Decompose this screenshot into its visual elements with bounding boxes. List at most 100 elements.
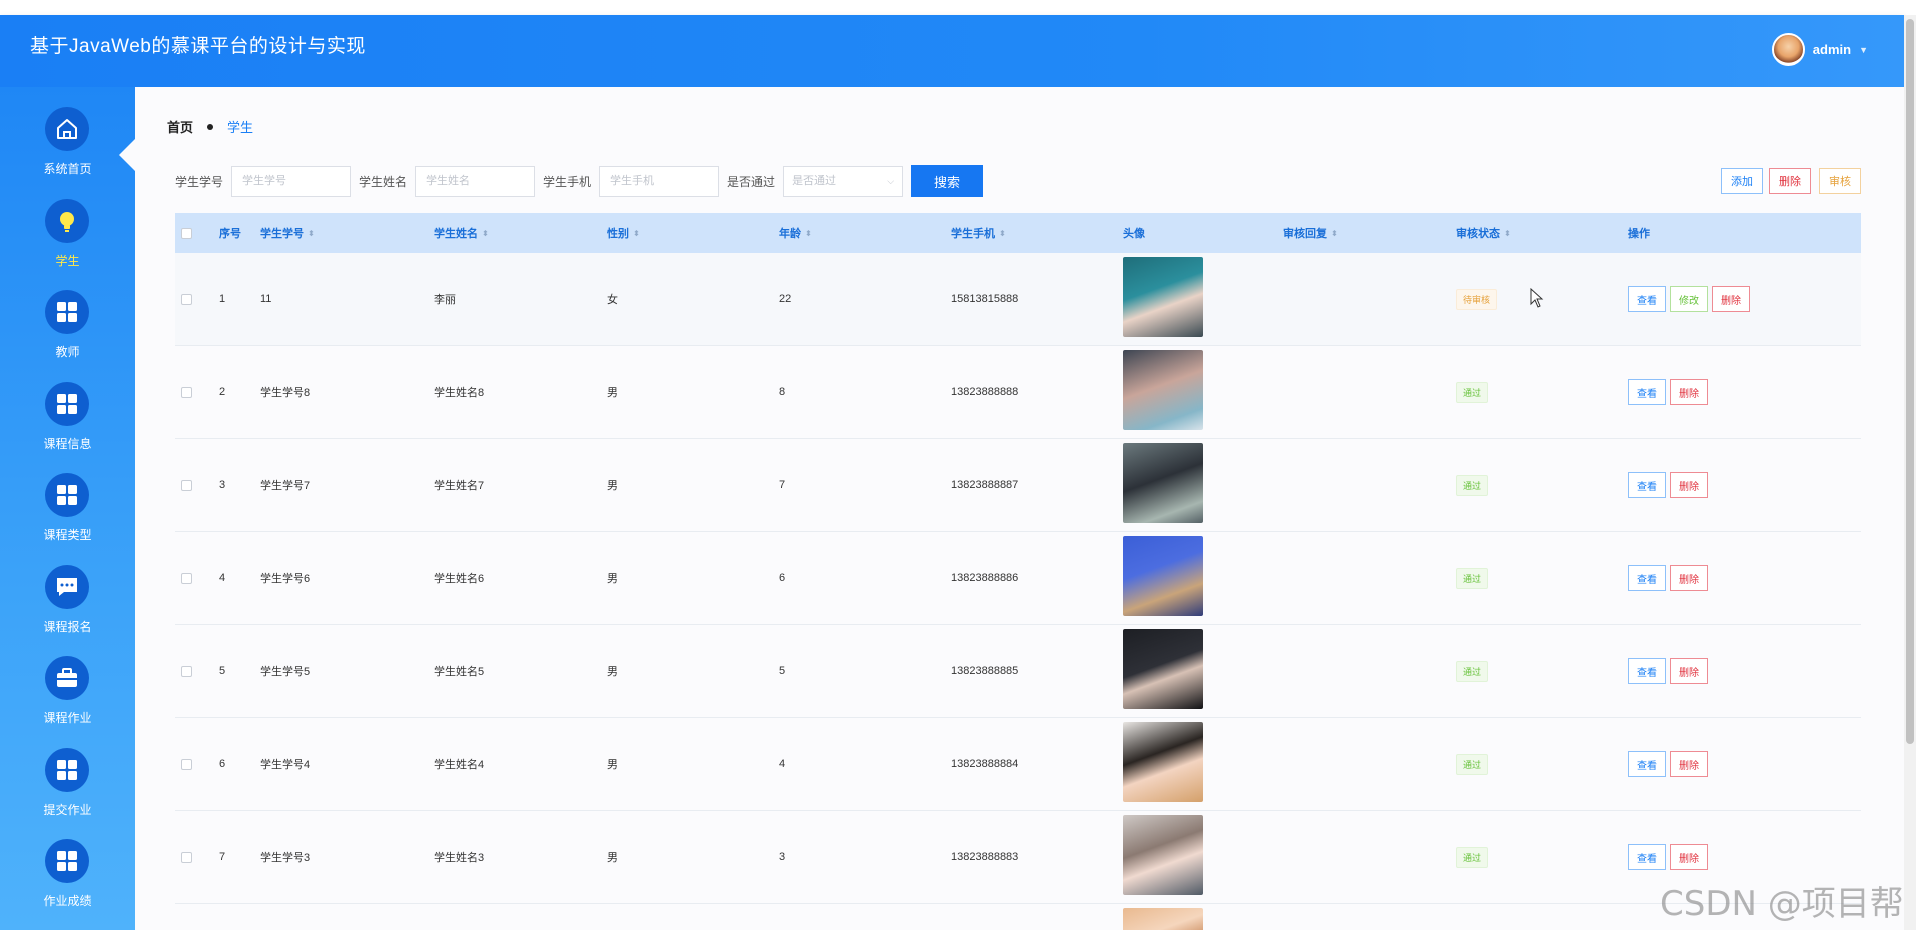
view-button[interactable]: 查看: [1628, 379, 1666, 405]
sidebar-item-4[interactable]: 课程类型: [0, 473, 135, 563]
avatar[interactable]: [1771, 33, 1805, 66]
row-name: 学生姓名5: [434, 666, 485, 678]
caret-down-icon[interactable]: ▼: [1859, 45, 1868, 55]
grid-icon: [45, 839, 89, 883]
view-button[interactable]: 查看: [1628, 472, 1666, 498]
sidebar-item-label: 作业成绩: [43, 894, 92, 908]
row-age: 5: [779, 665, 786, 677]
breadcrumb-home[interactable]: 首页: [167, 117, 193, 136]
sidebar-item-3[interactable]: 课程信息: [0, 381, 135, 472]
row-checkbox[interactable]: [181, 851, 192, 863]
view-button[interactable]: 查看: [1628, 751, 1666, 777]
col-gender[interactable]: 性别 ⬍: [607, 213, 640, 253]
student-photo[interactable]: [1123, 722, 1203, 802]
sort-icon[interactable]: ⬍: [308, 229, 315, 238]
sidebar-item-1[interactable]: 学生: [0, 198, 135, 289]
view-button[interactable]: 查看: [1628, 565, 1666, 591]
sort-icon[interactable]: ⬍: [1331, 229, 1338, 238]
sidebar-item-2[interactable]: 教师: [0, 290, 135, 380]
row-select-cell: [181, 625, 192, 717]
sidebar-item-8[interactable]: 作业成绩: [0, 839, 135, 929]
delete-button[interactable]: 删除: [1670, 751, 1708, 777]
cell-name: 学生姓名8: [434, 346, 484, 438]
col-age[interactable]: 年龄 ⬍: [779, 213, 812, 253]
cell-gender: 女: [607, 253, 618, 345]
delete-button[interactable]: 删除: [1670, 565, 1708, 591]
sort-icon[interactable]: ⬍: [999, 229, 1006, 238]
edit-button[interactable]: 修改: [1670, 286, 1708, 312]
row-checkbox[interactable]: [181, 758, 192, 770]
cell-name: 学生姓名4: [434, 718, 484, 810]
row-checkbox[interactable]: [181, 293, 192, 305]
delete-button[interactable]: 删除: [1670, 844, 1708, 870]
student-photo[interactable]: [1123, 629, 1203, 709]
student-photo[interactable]: [1123, 443, 1203, 523]
row-actions: 查看 删除: [1628, 658, 1712, 684]
col-status[interactable]: 审核状态 ⬍: [1456, 213, 1511, 253]
cell-phone: 13823888883: [951, 811, 1018, 903]
col-phone[interactable]: 学生手机 ⬍: [951, 213, 1006, 253]
audit-button[interactable]: 审核: [1819, 168, 1861, 194]
col-index: 序号: [219, 213, 241, 253]
col-name[interactable]: 学生姓名 ⬍: [434, 213, 489, 253]
row-select-cell: [181, 718, 192, 810]
scrollbar[interactable]: [1904, 15, 1916, 930]
sidebar-item-6[interactable]: 课程作业: [0, 656, 135, 746]
sort-icon[interactable]: ⬍: [482, 229, 489, 238]
search-input-name[interactable]: 学生姓名: [415, 165, 536, 197]
col-sno[interactable]: 学生学号 ⬍: [260, 213, 315, 253]
scrollbar-thumb[interactable]: [1906, 19, 1914, 744]
sidebar-item-5[interactable]: 课程报名: [0, 564, 135, 655]
row-checkbox[interactable]: [181, 572, 192, 584]
student-photo[interactable]: [1123, 815, 1203, 895]
sort-icon[interactable]: ⬍: [633, 229, 640, 238]
row-checkbox[interactable]: [181, 665, 192, 677]
search-input-sno[interactable]: 学生学号: [231, 165, 352, 197]
sidebar-item-0[interactable]: 系统首页: [0, 107, 135, 197]
view-button[interactable]: 查看: [1628, 286, 1666, 312]
sidebar-item-7[interactable]: 提交作业: [0, 747, 135, 838]
header-gender: 性别: [607, 228, 629, 240]
username[interactable]: admin: [1813, 42, 1851, 57]
mouse-cursor-icon: [1530, 288, 1544, 308]
col-reply[interactable]: 审核回复 ⬍: [1283, 213, 1338, 253]
row-age: 8: [779, 386, 786, 398]
row-checkbox[interactable]: [181, 479, 192, 491]
add-button[interactable]: 添加: [1721, 168, 1763, 194]
view-button[interactable]: 查看: [1628, 658, 1666, 684]
cell-index: 2: [219, 346, 225, 438]
student-photo[interactable]: [1123, 536, 1203, 616]
row-sno: 学生学号7: [260, 480, 311, 492]
cell-index: 3: [219, 439, 225, 531]
delete-button[interactable]: 删除: [1712, 286, 1750, 312]
select-all-checkbox[interactable]: [181, 227, 192, 239]
delete-button[interactable]: 删除: [1670, 472, 1708, 498]
status-badge: 待审核: [1456, 288, 1498, 310]
sort-icon[interactable]: ⬍: [805, 229, 812, 238]
row-phone: 13823888888: [951, 386, 1019, 398]
search-input-phone[interactable]: 学生手机: [599, 165, 720, 197]
row-checkbox[interactable]: [181, 386, 192, 398]
student-photo[interactable]: [1123, 257, 1203, 337]
batch-delete-button[interactable]: 删除: [1769, 168, 1811, 194]
home-icon: [45, 107, 89, 151]
row-age: 7: [779, 479, 786, 491]
col-ops: 操作: [1628, 213, 1650, 253]
student-photo[interactable]: [1123, 350, 1203, 430]
student-photo[interactable]: [1123, 908, 1203, 930]
view-button[interactable]: 查看: [1628, 844, 1666, 870]
delete-button[interactable]: 删除: [1670, 379, 1708, 405]
table-row: 3 学生学号7 学生姓名7 男 7 13823888887 通过 查看 删除: [175, 439, 1861, 532]
cell-sno: 学生学号8: [260, 346, 310, 438]
delete-button[interactable]: 删除: [1670, 658, 1708, 684]
chat-icon: [45, 564, 89, 609]
sort-icon[interactable]: ⬍: [1504, 229, 1511, 238]
search-button[interactable]: 搜索: [911, 165, 984, 197]
row-age: 22: [779, 293, 792, 305]
pass-select[interactable]: 是否通过 ⌵: [783, 165, 904, 197]
cell-index: 5: [219, 625, 225, 717]
row-actions: 查看 修改 删除: [1628, 286, 1754, 312]
row-age: 4: [779, 758, 786, 770]
user-menu[interactable]: admin ▼: [1771, 33, 1868, 66]
cell-ops: 查看 删除: [1628, 439, 1712, 531]
